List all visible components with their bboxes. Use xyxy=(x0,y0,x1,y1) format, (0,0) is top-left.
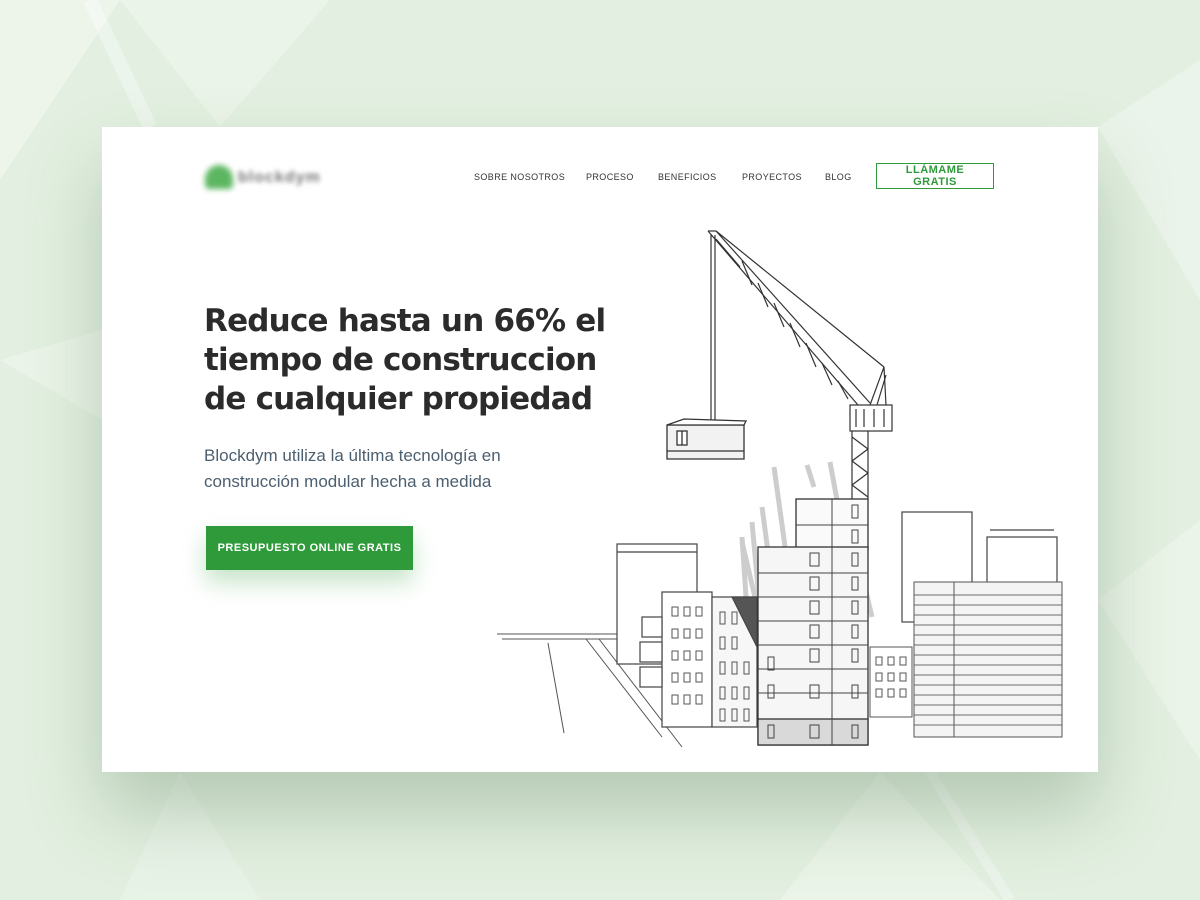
crane-city-illustration xyxy=(497,230,1063,748)
landing-page-card: blockdym SOBRE NOSOTROS PROCESO BENEFICI… xyxy=(102,127,1098,772)
